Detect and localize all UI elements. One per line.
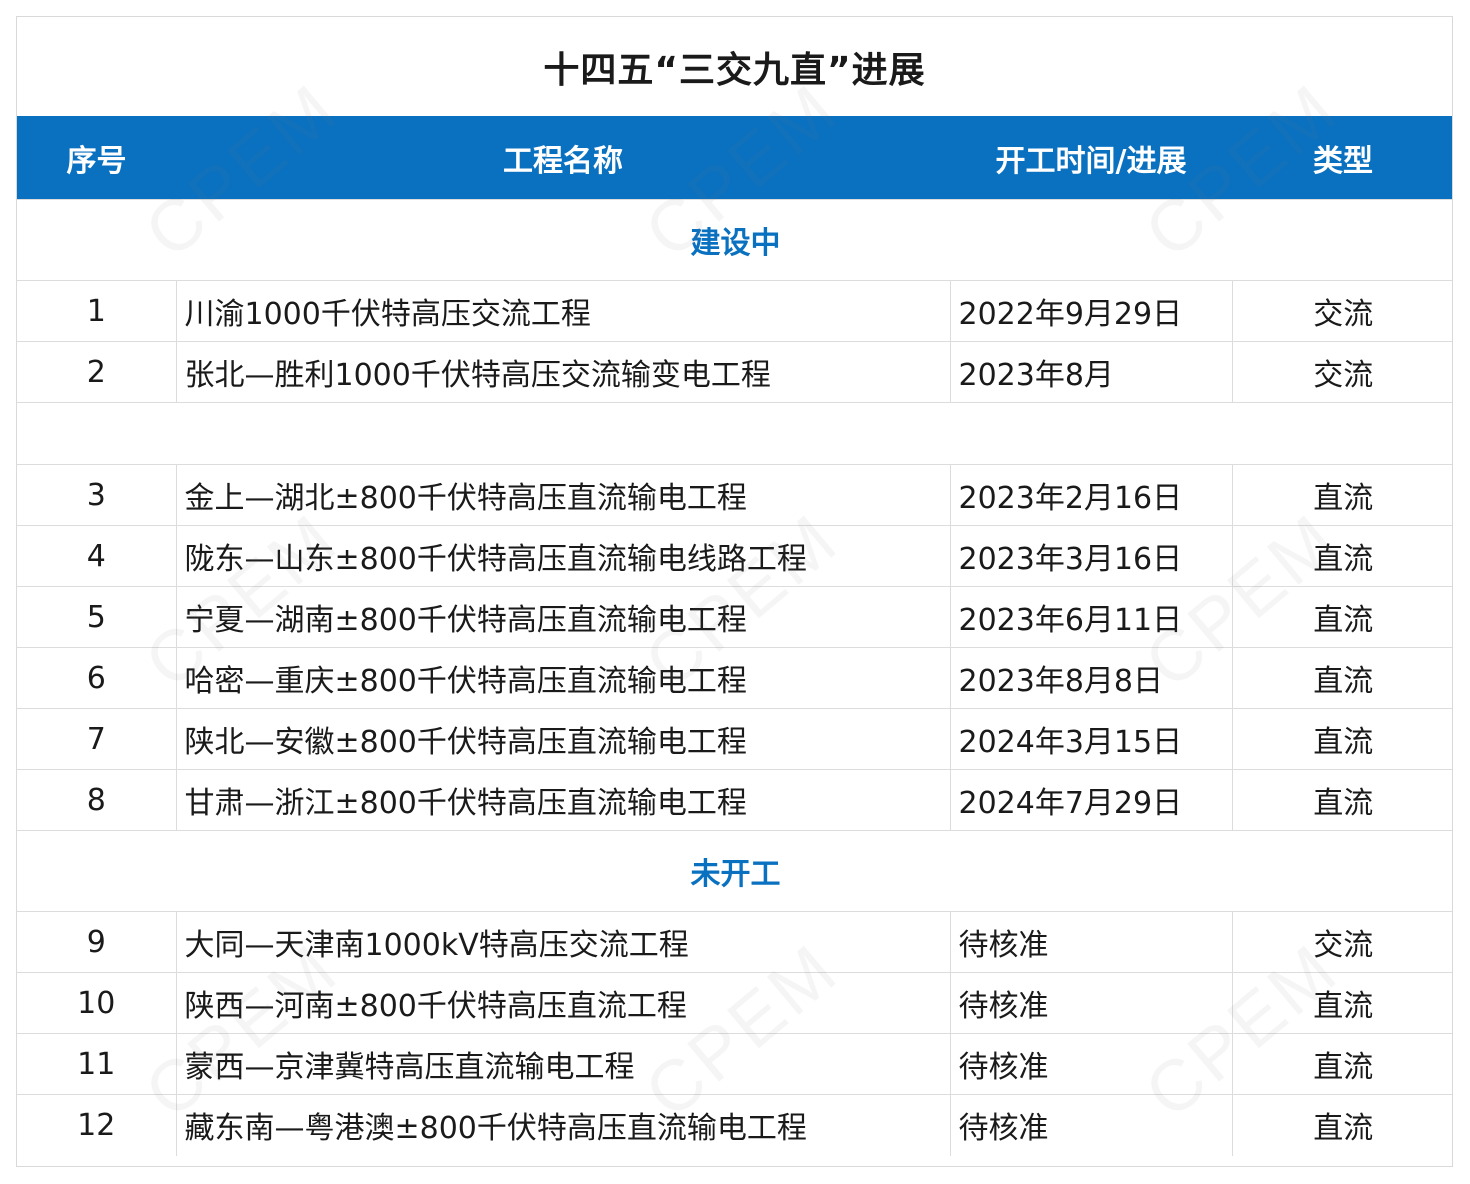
row-project-name: 甘肃—浙江±800千伏特高压直流输电工程 [175,769,951,831]
row-index: 5 [17,586,177,648]
row-project-name: 陇东—山东±800千伏特高压直流输电线路工程 [175,525,951,587]
table-row: 8 甘肃—浙江±800千伏特高压直流输电工程 2024年7月29日 直流 [17,769,1452,831]
table-row: 10 陕西—河南±800千伏特高压直流工程 待核准 直流 [17,972,1452,1034]
table-row: 11 蒙西—京津冀特高压直流输电工程 待核准 直流 [17,1033,1452,1095]
row-project-name: 蒙西—京津冀特高压直流输电工程 [175,1033,951,1095]
row-start-date: 2023年8月8日 [949,647,1233,709]
table-row: 6 哈密—重庆±800千伏特高压直流输电工程 2023年8月8日 直流 [17,647,1452,709]
row-start-date: 待核准 [949,1033,1233,1095]
row-index: 2 [17,341,177,403]
table-row: 4 陇东—山东±800千伏特高压直流输电线路工程 2023年3月16日 直流 [17,525,1452,587]
section-row-not-started: 未开工 [17,830,1452,912]
row-type: 直流 [1231,586,1452,648]
row-index: 11 [17,1033,177,1095]
row-index: 6 [17,647,177,709]
row-type: 直流 [1231,525,1452,587]
row-index: 12 [17,1094,177,1156]
row-project-name: 宁夏—湖南±800千伏特高压直流输电工程 [175,586,951,648]
header-start-date: 开工时间/进展 [950,116,1232,200]
row-type: 交流 [1231,911,1452,973]
table-row: 3 金上—湖北±800千伏特高压直流输电工程 2023年2月16日 直流 [17,464,1452,526]
table-card: 十四五“三交九直”进展 序号 工程名称 开工时间/进展 类型 建设中 1 川渝1… [16,16,1453,1167]
section-row-building: 建设中 [17,199,1452,281]
table-title: 十四五“三交九直”进展 [543,49,926,91]
row-start-date: 2023年3月16日 [949,525,1233,587]
row-index: 9 [17,911,177,973]
row-type: 直流 [1231,972,1452,1034]
row-type: 交流 [1231,280,1452,342]
section-label: 未开工 [17,830,1452,912]
row-index: 10 [17,972,177,1034]
row-start-date: 2024年7月29日 [949,769,1233,831]
row-index: 8 [17,769,177,831]
row-start-date: 2023年6月11日 [949,586,1233,648]
row-project-name: 张北—胜利1000千伏特高压交流输变电工程 [175,341,951,403]
table-row: 7 陕北—安徽±800千伏特高压直流输电工程 2024年3月15日 直流 [17,708,1452,770]
row-index: 3 [17,464,177,526]
row-index: 7 [17,708,177,770]
row-start-date: 待核准 [949,911,1233,973]
blank-row [17,402,1452,465]
row-start-date: 待核准 [949,972,1233,1034]
row-start-date: 2023年8月 [949,341,1233,403]
row-type: 交流 [1231,341,1452,403]
table-row: 2 张北—胜利1000千伏特高压交流输变电工程 2023年8月 交流 [17,341,1452,403]
blank-cell [17,402,1452,465]
row-start-date: 2023年2月16日 [949,464,1233,526]
row-type: 直流 [1231,1033,1452,1095]
row-start-date: 2022年9月29日 [949,280,1233,342]
row-type: 直流 [1231,708,1452,770]
table-row: 5 宁夏—湖南±800千伏特高压直流输电工程 2023年6月11日 直流 [17,586,1452,648]
row-project-name: 陕北—安徽±800千伏特高压直流输电工程 [175,708,951,770]
header-project-name: 工程名称 [176,116,950,200]
row-project-name: 川渝1000千伏特高压交流工程 [175,280,951,342]
row-project-name: 金上—湖北±800千伏特高压直流输电工程 [175,464,951,526]
row-index: 1 [17,280,177,342]
table-row: 1 川渝1000千伏特高压交流工程 2022年9月29日 交流 [17,280,1452,342]
row-project-name: 陕西—河南±800千伏特高压直流工程 [175,972,951,1034]
row-type: 直流 [1231,1094,1452,1156]
row-type: 直流 [1231,464,1452,526]
table-row: 9 大同—天津南1000kV特高压交流工程 待核准 交流 [17,911,1452,973]
header-index: 序号 [17,116,176,200]
header-row: 序号 工程名称 开工时间/进展 类型 [17,116,1452,200]
row-start-date: 2024年3月15日 [949,708,1233,770]
progress-table: 序号 工程名称 开工时间/进展 类型 建设中 1 川渝1000千伏特高压交流工程… [17,116,1452,1156]
row-start-date: 待核准 [949,1094,1233,1156]
row-project-name: 大同—天津南1000kV特高压交流工程 [175,911,951,973]
row-type: 直流 [1231,769,1452,831]
row-type: 直流 [1231,647,1452,709]
header-type: 类型 [1232,116,1452,200]
row-index: 4 [17,525,177,587]
row-project-name: 哈密—重庆±800千伏特高压直流输电工程 [175,647,951,709]
table-row: 12 藏东南—粤港澳±800千伏特高压直流输电工程 待核准 直流 [17,1094,1452,1156]
row-project-name: 藏东南—粤港澳±800千伏特高压直流输电工程 [175,1094,951,1156]
section-label: 建设中 [17,199,1452,281]
